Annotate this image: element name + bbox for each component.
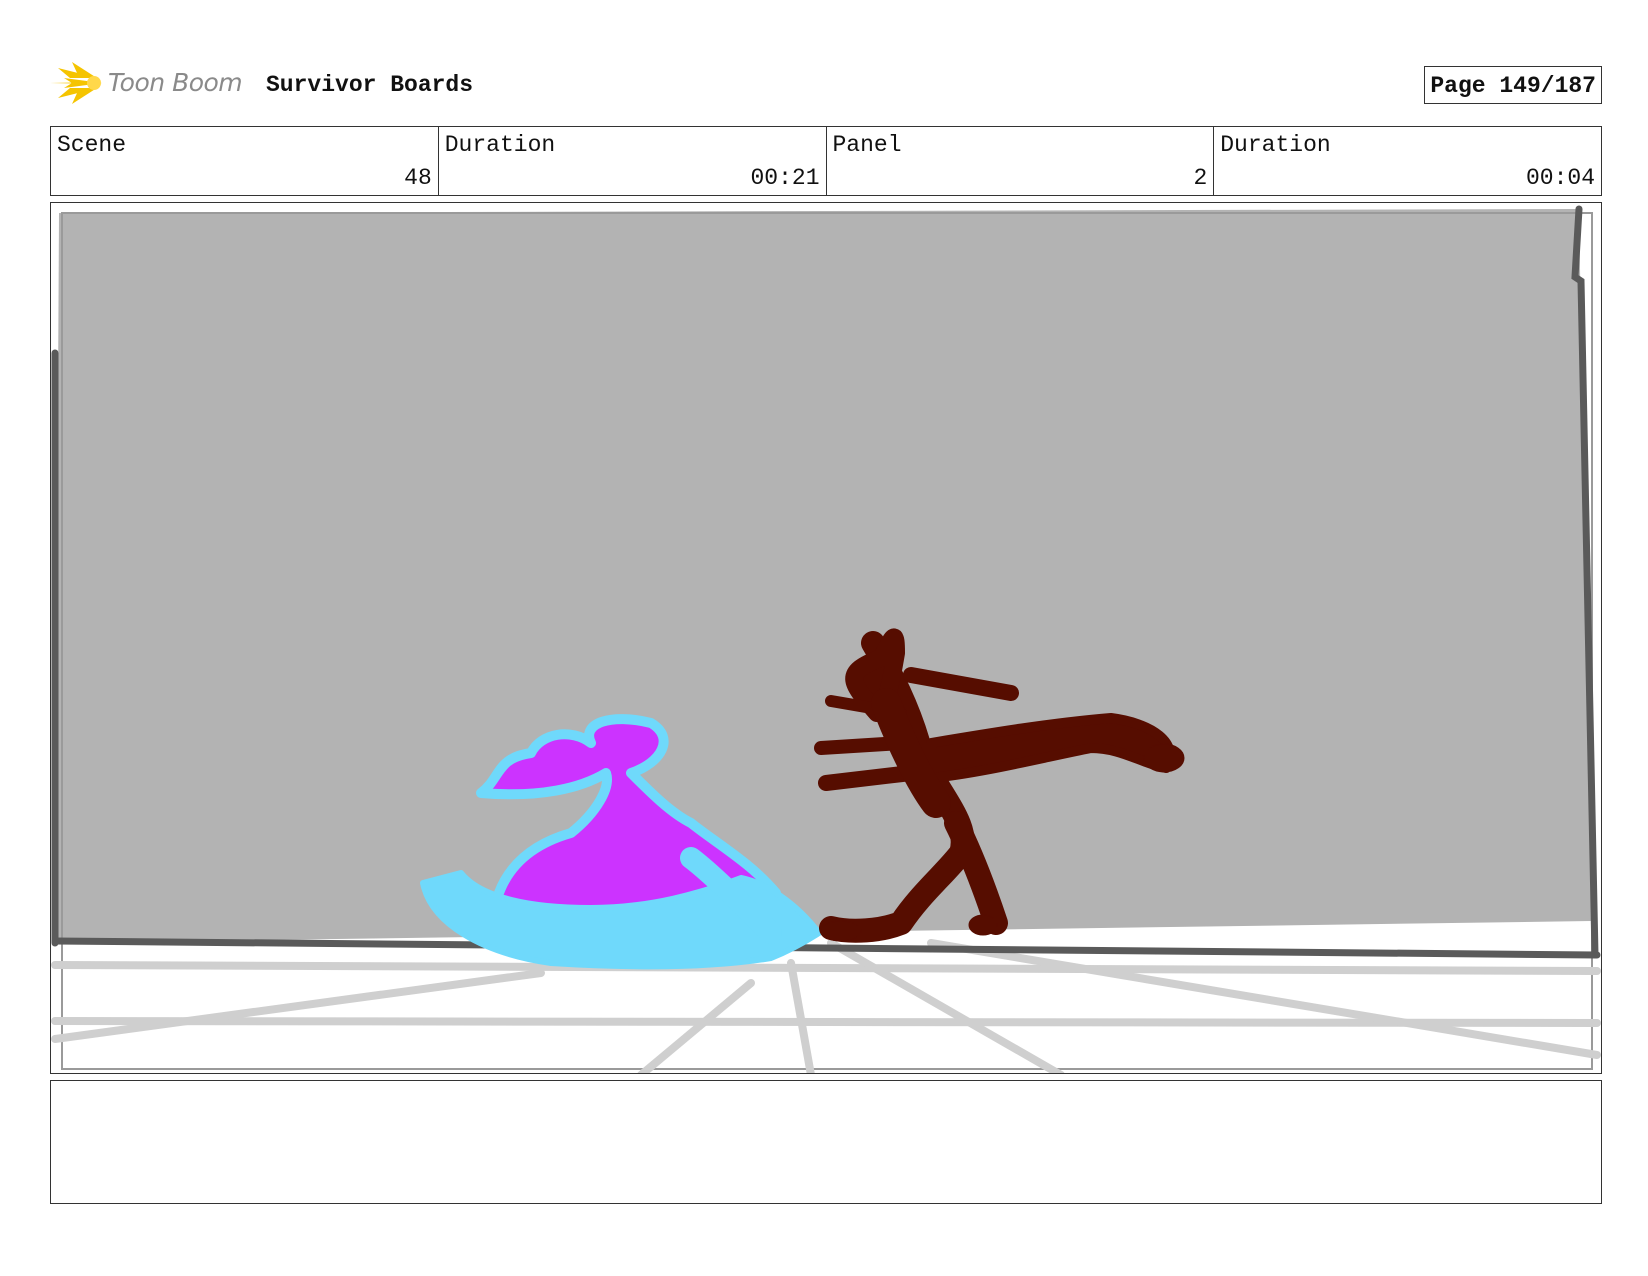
project-title: Survivor Boards (266, 72, 474, 98)
caption-box (50, 1080, 1602, 1204)
scene-value: 48 (404, 165, 432, 191)
storyboard-panel (50, 202, 1602, 1074)
panel-duration-label: Duration (1220, 132, 1331, 158)
panel-duration-value: 00:04 (1525, 165, 1595, 191)
panel-drawing (51, 205, 1601, 1073)
scene-duration-cell: Duration 00:21 (439, 127, 827, 195)
toon-boom-logo: Toon Boom (50, 58, 250, 108)
starburst-icon (50, 62, 102, 104)
page-number: Page 149/187 (1424, 66, 1602, 104)
logo-text: Toon Boom (108, 68, 243, 97)
scene-duration-label: Duration (444, 132, 556, 158)
scene-duration-value: 00:21 (750, 165, 820, 191)
info-table: Scene 48 Duration 00:21 Panel 2 Duration… (50, 126, 1602, 196)
wall (55, 209, 1591, 943)
header: Toon Boom Survivor Boards Page 149/187 (50, 58, 1602, 108)
panel-cell: Panel 2 (827, 127, 1215, 195)
floor-grid (51, 939, 1601, 1073)
panel-label: Panel (832, 132, 902, 158)
panel-duration-cell: Duration 00:04 (1214, 127, 1601, 195)
scene-label: Scene (57, 132, 127, 158)
scene-cell: Scene 48 (51, 127, 439, 195)
panel-value: 2 (1193, 165, 1208, 191)
